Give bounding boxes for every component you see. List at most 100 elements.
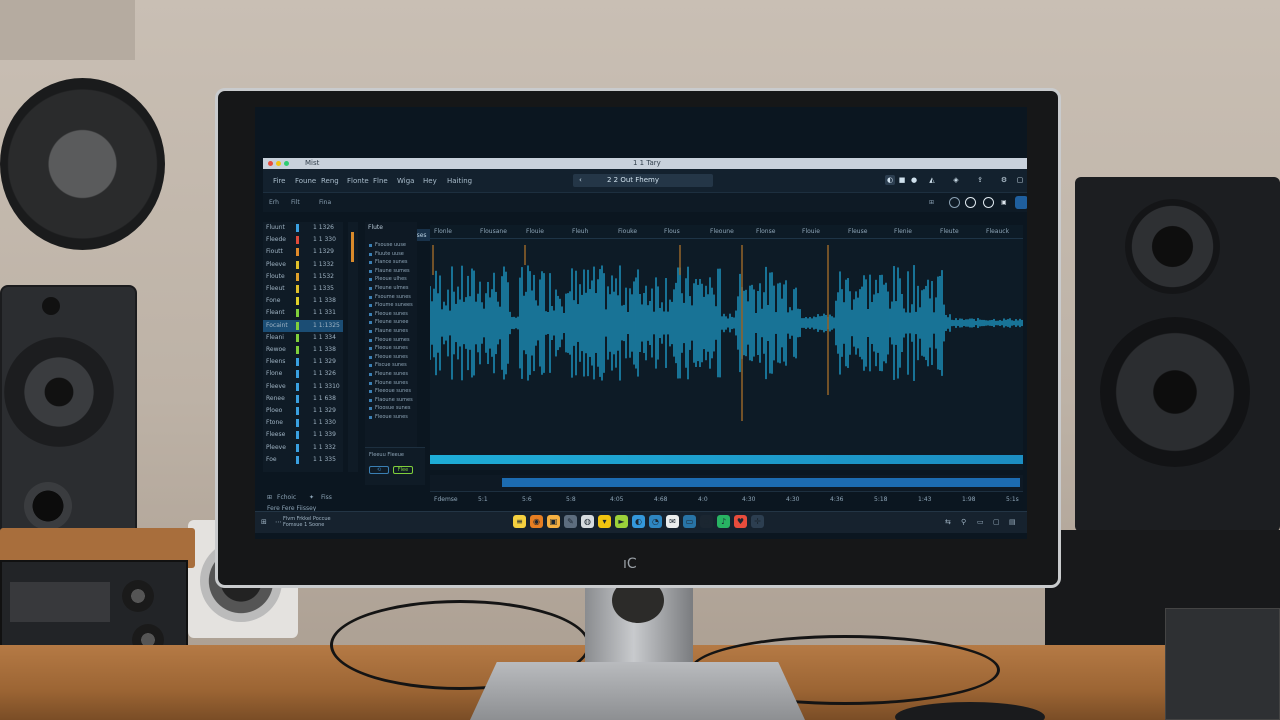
camera-icon[interactable]: ▭ xyxy=(683,515,696,528)
mixer-channel[interactable]: Fleese 1 1 339 xyxy=(263,429,343,441)
tuner-icon[interactable]: ◈ xyxy=(951,175,961,185)
grid-icon[interactable]: ⊞ xyxy=(929,199,934,206)
browser-item[interactable]: Fleune ulmes xyxy=(369,285,415,293)
circle-tool-icon[interactable] xyxy=(949,197,960,208)
loop-icon[interactable]: ◐ xyxy=(885,175,895,185)
mixer-channel[interactable]: Fleens 1 1 329 xyxy=(263,356,343,368)
mixer-channel[interactable]: Fleeve 1 1 3310 xyxy=(263,381,343,393)
mixer-channel[interactable]: Pleeve 1 1332 xyxy=(263,259,343,271)
overview-selection[interactable] xyxy=(502,478,1020,487)
browser-item[interactable]: Flaune sunes xyxy=(369,328,415,336)
minimize-button[interactable] xyxy=(276,161,281,166)
browser-item[interactable]: Fleune sunee xyxy=(369,319,415,327)
browser-item[interactable]: Fleoue sunes xyxy=(369,354,415,362)
mixer-channel[interactable]: Fluunt 1 1326 xyxy=(263,222,343,234)
compass-icon[interactable]: ◐ xyxy=(632,515,645,528)
browser-item[interactable]: Floune sunes xyxy=(369,380,415,388)
browser-item[interactable]: Fleune sunes xyxy=(369,371,415,379)
more-icon[interactable]: ⋯ xyxy=(275,518,282,526)
mail-icon[interactable]: ✉ xyxy=(666,515,679,528)
star-icon[interactable]: ✦ xyxy=(309,494,314,501)
menu-item[interactable]: Reng xyxy=(321,177,339,185)
browser-item[interactable]: Fleoue sunes xyxy=(369,345,415,353)
snap-button[interactable]: Flee xyxy=(393,466,413,474)
browser-item[interactable]: Flance sunes xyxy=(369,259,415,267)
panel-icon[interactable]: ▤ xyxy=(1009,518,1016,526)
menu-item[interactable]: Hey xyxy=(423,177,437,185)
mixer-channel[interactable]: Pleeve 1 1 332 xyxy=(263,442,343,454)
browser-item[interactable]: Fleeoue sunes xyxy=(369,388,415,396)
menu-item[interactable]: Fire xyxy=(273,177,286,185)
heart-icon[interactable]: ♥ xyxy=(734,515,747,528)
tool-label[interactable]: Erh xyxy=(269,199,279,206)
browser-item[interactable]: Fleoue sunes xyxy=(369,311,415,319)
terminal-icon[interactable]: ▪ xyxy=(700,515,713,528)
tool-label[interactable]: Filt xyxy=(291,199,300,206)
folder-icon[interactable]: ▣ xyxy=(547,515,560,528)
audio-waveform[interactable] xyxy=(430,243,1023,453)
menu-item[interactable]: Wiga xyxy=(397,177,414,185)
sync-icon[interactable]: ⇆ xyxy=(945,518,951,526)
browser-item[interactable]: Fiuute uuse xyxy=(369,251,415,259)
music-icon[interactable]: ♪ xyxy=(717,515,730,528)
mixer-channel[interactable]: Rewoe 1 1 338 xyxy=(263,344,343,356)
menu-item[interactable]: Flne xyxy=(373,177,388,185)
mixer-channel[interactable]: Flone 1 1 326 xyxy=(263,368,343,380)
erase-tool-icon[interactable] xyxy=(983,197,994,208)
mixer-channel[interactable]: Floute 1 1532 xyxy=(263,271,343,283)
chat-icon[interactable]: ▾ xyxy=(598,515,611,528)
grid-icon[interactable]: ⊞ xyxy=(267,494,272,501)
window-icon[interactable]: ▢ xyxy=(1015,175,1025,185)
zoom-button[interactable] xyxy=(284,161,289,166)
menu-item[interactable]: Foune xyxy=(295,177,316,185)
browser-item[interactable]: Pleoue ulhes xyxy=(369,276,415,284)
browser-item[interactable]: Fleoue sumes xyxy=(369,337,415,345)
settings-icon[interactable]: ⚙ xyxy=(999,175,1009,185)
clip-icon[interactable]: ▣ xyxy=(1001,199,1007,206)
mixer-channel[interactable]: Ftone 1 1 330 xyxy=(263,417,343,429)
loop-toggle[interactable]: ⟲ xyxy=(369,466,389,474)
playback-region[interactable] xyxy=(430,455,1023,464)
mixer-channel[interactable]: Fone 1 1 338 xyxy=(263,295,343,307)
chevron-left-icon[interactable]: ‹ xyxy=(579,176,582,184)
mixer-channel[interactable]: Fioutt 1 1329 xyxy=(263,246,343,258)
mixer-channel[interactable]: Ploeo 1 1 329 xyxy=(263,405,343,417)
ring-tool-icon[interactable] xyxy=(965,197,976,208)
mixer-channel[interactable]: Focaint 1 1:1325 xyxy=(263,319,343,332)
active-tool-icon[interactable] xyxy=(1015,196,1027,209)
record-icon[interactable]: ● xyxy=(909,175,919,185)
browser-item[interactable]: Flaune sumes xyxy=(369,268,415,276)
browser-item[interactable]: Flaoune sumes xyxy=(369,397,415,405)
record-icon[interactable]: ◉ xyxy=(530,515,543,528)
timeline-ruler[interactable]: Flonle Flousane Flouie Fleuh Fiouke Flous Fleo… xyxy=(430,225,1023,239)
window-icon[interactable]: ▢ xyxy=(993,518,1000,526)
menu-item[interactable]: Flonte xyxy=(347,177,369,185)
mic-icon[interactable]: ⚲ xyxy=(961,518,966,526)
share-icon[interactable]: ⇪ xyxy=(975,175,985,185)
browser-item[interactable]: Fsouse uuse xyxy=(369,242,415,250)
mixer-channel[interactable]: Renee 1 1 638 xyxy=(263,393,343,405)
fader-handle[interactable] xyxy=(351,232,354,262)
grid-icon[interactable]: ⊞ xyxy=(261,518,267,526)
close-button[interactable] xyxy=(268,161,273,166)
mixer-channel[interactable]: Foe 1 1 335 xyxy=(263,454,343,466)
notes-icon[interactable]: ≡ xyxy=(513,515,526,528)
master-fader[interactable] xyxy=(348,222,358,472)
arrange-view[interactable]: Flonle Flousane Flouie Fleuh Fiouke Flous Fleo… xyxy=(430,225,1023,470)
project-selector[interactable]: ‹ 2 2 Out Fhemy xyxy=(573,174,713,187)
browser-icon[interactable]: ◔ xyxy=(649,515,662,528)
monitor-icon[interactable]: ▭ xyxy=(977,518,984,526)
metronome-icon[interactable]: ◭ xyxy=(927,175,937,185)
menu-item[interactable]: Haiting xyxy=(447,177,472,185)
tool-label[interactable]: Fina xyxy=(319,199,331,206)
crosshair-icon[interactable]: ✛ xyxy=(751,515,764,528)
browser-item[interactable]: Fsoume sunes xyxy=(369,294,415,302)
mixer-channel[interactable]: Fleeut 1 1335 xyxy=(263,283,343,295)
mixer-channel[interactable]: Fleani 1 1 334 xyxy=(263,332,343,344)
play-icon[interactable]: ► xyxy=(615,515,628,528)
overview-bar[interactable] xyxy=(430,475,1023,491)
tools-icon[interactable]: ✎ xyxy=(564,515,577,528)
globe-icon[interactable]: ◍ xyxy=(581,515,594,528)
mixer-channel[interactable]: Fleant 1 1 331 xyxy=(263,307,343,319)
browser-item[interactable]: Floume sunees xyxy=(369,302,415,310)
